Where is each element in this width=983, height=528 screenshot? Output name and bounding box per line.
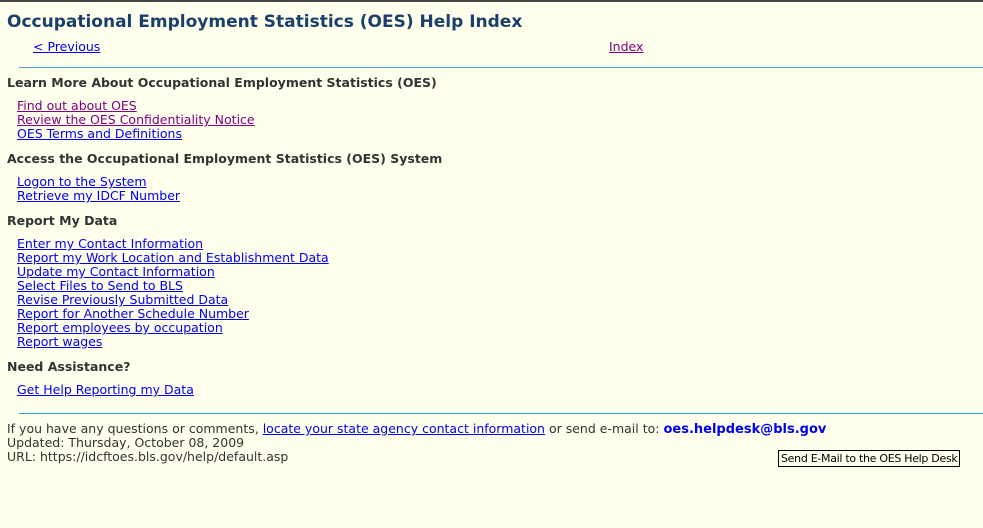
nav-index-wrap: Index (609, 36, 643, 55)
section-links-report: Enter my Contact Information Report my W… (17, 237, 329, 349)
link-terms-definitions[interactable]: OES Terms and Definitions (17, 127, 255, 141)
link-select-files[interactable]: Select Files to Send to BLS (17, 279, 329, 293)
state-agency-link[interactable]: locate your state agency contact informa… (263, 421, 545, 436)
footer-url: URL: https://idcftoes.bls.gov/help/defau… (7, 449, 289, 464)
section-heading-report: Report My Data (7, 213, 118, 228)
footer-email-prefix: or send e-mail to: (545, 421, 664, 436)
footer-divider (19, 413, 983, 414)
page-title: Occupational Employment Statistics (OES)… (7, 12, 523, 32)
section-links-learn-more: Find out about OES Review the OES Confid… (17, 99, 255, 141)
nav-previous-wrap: < Previous (33, 36, 100, 55)
link-confidentiality-notice[interactable]: Review the OES Confidentiality Notice (17, 113, 255, 127)
section-links-access: Logon to the System Retrieve my IDCF Num… (17, 175, 180, 203)
window-top-border (0, 0, 983, 2)
link-report-wages[interactable]: Report wages (17, 335, 329, 349)
link-work-location[interactable]: Report my Work Location and Establishmen… (17, 251, 329, 265)
divider (19, 67, 983, 68)
footer-question-text: If you have any questions or comments, (7, 421, 263, 436)
section-links-assistance: Get Help Reporting my Data (17, 383, 194, 397)
link-logon[interactable]: Logon to the System (17, 175, 180, 189)
link-employees-by-occupation[interactable]: Report employees by occupation (17, 321, 329, 335)
link-update-contact[interactable]: Update my Contact Information (17, 265, 329, 279)
email-tooltip: Send E-Mail to the OES Help Desk (778, 450, 961, 467)
link-find-out-about-oes[interactable]: Find out about OES (17, 99, 255, 113)
link-another-schedule[interactable]: Report for Another Schedule Number (17, 307, 329, 321)
section-heading-assistance: Need Assistance? (7, 359, 131, 374)
link-get-help[interactable]: Get Help Reporting my Data (17, 383, 194, 397)
footer-updated: Updated: Thursday, October 08, 2009 (7, 435, 245, 450)
section-heading-learn-more: Learn More About Occupational Employment… (7, 75, 437, 90)
link-enter-contact[interactable]: Enter my Contact Information (17, 237, 329, 251)
helpdesk-email-link[interactable]: oes.helpdesk@bls.gov (663, 422, 826, 437)
index-link[interactable]: Index (609, 39, 643, 54)
link-retrieve-idcf[interactable]: Retrieve my IDCF Number (17, 189, 180, 203)
link-revise-data[interactable]: Revise Previously Submitted Data (17, 293, 329, 307)
previous-link[interactable]: < Previous (33, 39, 100, 54)
section-heading-access: Access the Occupational Employment Stati… (7, 151, 443, 166)
